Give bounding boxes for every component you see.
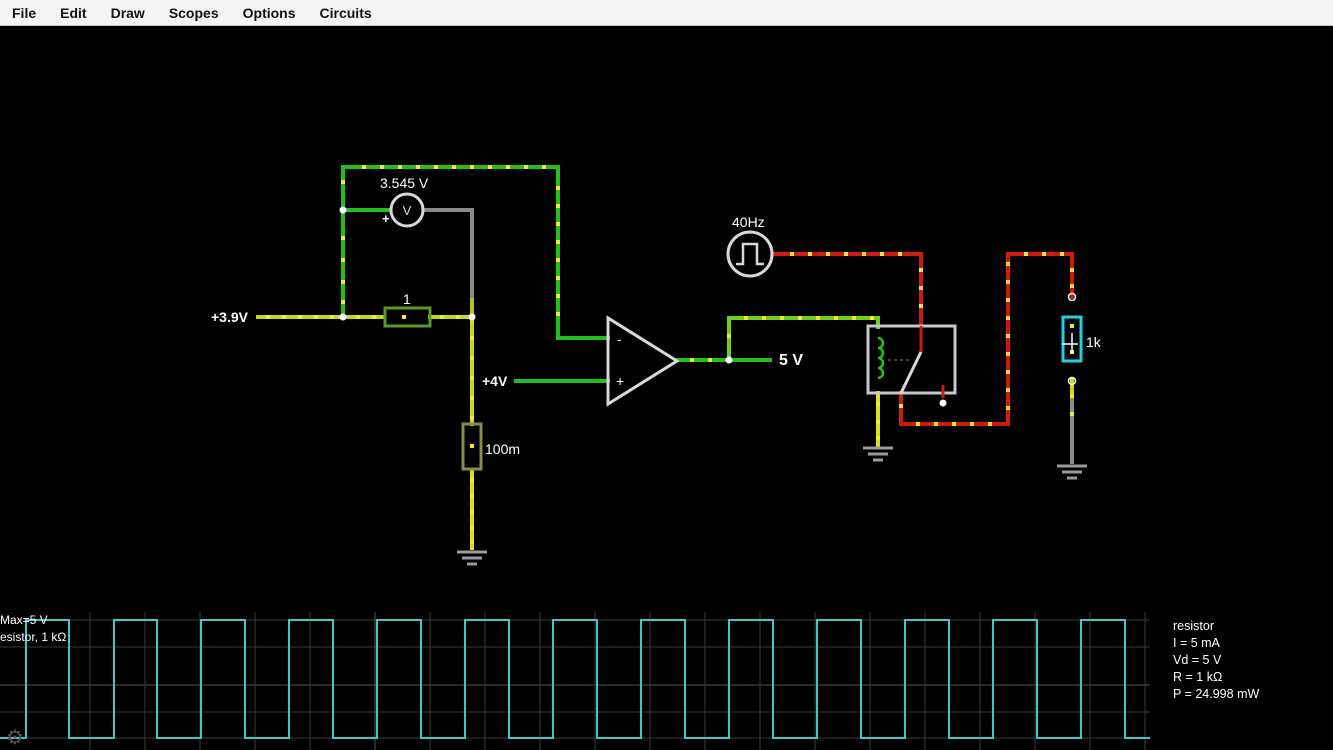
voltmeter-symbol: V: [403, 203, 412, 218]
relay[interactable]: [866, 324, 957, 398]
ground-symbol: [863, 446, 893, 462]
resistor-1k[interactable]: [1061, 315, 1083, 363]
input-source-label[interactable]: +3.9V: [211, 309, 249, 325]
scope-graph: [0, 612, 1150, 750]
info-panel: resistor I = 5 mA Vd = 5 V R = 1 kΩ P = …: [1150, 612, 1333, 750]
menu-circuits[interactable]: Circuits: [308, 5, 384, 21]
info-resistance: R = 1 kΩ: [1173, 670, 1223, 684]
menu-bar: File Edit Draw Scopes Options Circuits: [0, 0, 1333, 26]
ground-symbol: [1057, 464, 1087, 480]
info-power: P = 24.998 mW: [1173, 687, 1260, 701]
opamp-plus-sign: +: [616, 373, 624, 389]
voltmeter-reading: 3.545 V: [380, 175, 429, 191]
menu-edit[interactable]: Edit: [48, 5, 98, 21]
comparator-opamp[interactable]: - +: [606, 315, 680, 407]
reference-source-label[interactable]: +4V: [482, 373, 508, 389]
ground-symbol: [457, 550, 487, 566]
scope-panel[interactable]: Max=5 V resistor, 1 kΩ ⚙: [0, 612, 1150, 750]
opamp-output-label: 5 V: [779, 352, 803, 369]
voltmeter-polarity: +: [382, 211, 390, 226]
menu-draw[interactable]: Draw: [99, 5, 157, 21]
scope-trace: [0, 619, 1150, 739]
scope-element-label: resistor, 1 kΩ: [0, 630, 67, 644]
menu-file[interactable]: File: [0, 5, 48, 21]
info-current: I = 5 mA: [1173, 636, 1220, 650]
voltmeter[interactable]: V: [389, 192, 425, 228]
wire-clock: [773, 252, 923, 328]
menu-options[interactable]: Options: [231, 5, 308, 21]
shunt-resistor[interactable]: [383, 306, 432, 328]
gear-icon[interactable]: ⚙: [6, 728, 24, 748]
wire-switch-out: [899, 252, 1074, 426]
load-resistor-label: 100m: [485, 441, 520, 457]
menu-scopes[interactable]: Scopes: [157, 5, 231, 21]
wire-voltmeter-minus: [422, 208, 474, 302]
scope-max-label: Max=5 V: [0, 613, 48, 627]
circuit-canvas[interactable]: +3.9V V 3.545 V + 1 100m +4V - + 5 V 40H…: [0, 26, 1333, 612]
scope-grid: [0, 612, 1150, 750]
opamp-minus-sign: -: [617, 331, 622, 347]
info-voltage: Vd = 5 V: [1173, 653, 1222, 667]
wire-top-loop: [341, 165, 610, 340]
nodes: [339, 206, 1077, 407]
clock-frequency-label: 40Hz: [732, 214, 765, 230]
info-title: resistor: [1173, 619, 1214, 633]
clock-source[interactable]: [726, 230, 774, 278]
wire-to-relay: [727, 316, 880, 362]
resistor-1k-label: 1k: [1086, 334, 1102, 350]
wires: [256, 165, 1074, 550]
shunt-resistor-label: 1: [403, 291, 411, 307]
